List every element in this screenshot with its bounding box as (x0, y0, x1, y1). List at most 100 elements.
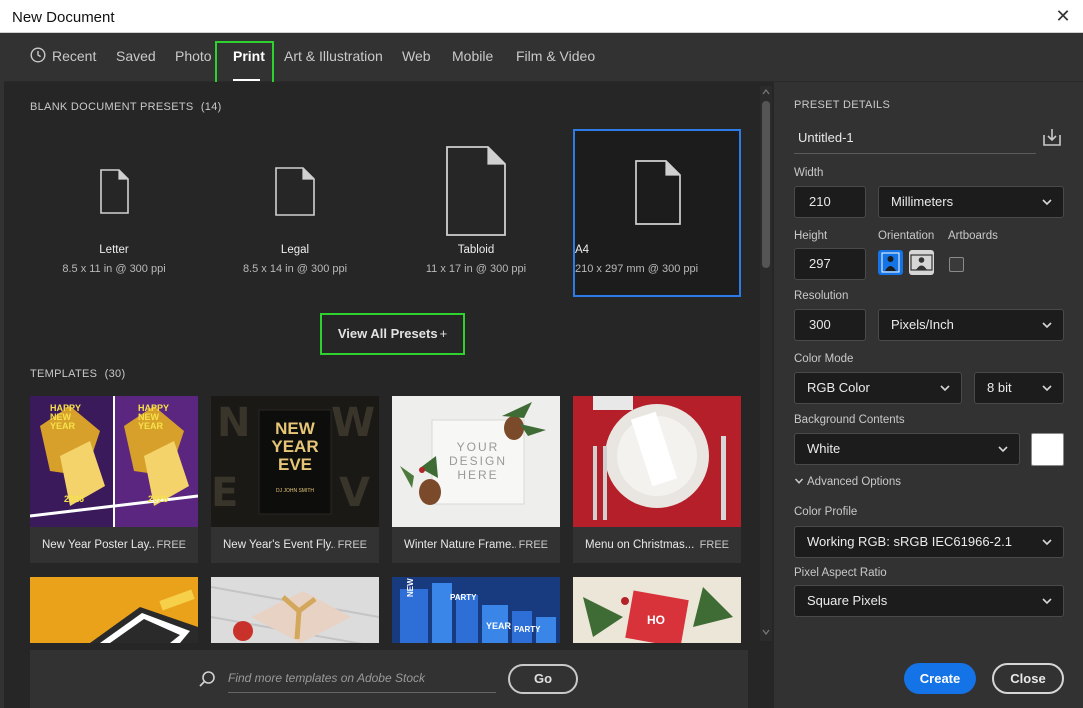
preset-details-heading: PRESET DETAILS (794, 99, 891, 111)
height-input[interactable]: 297 (794, 248, 866, 280)
background-contents-label: Background Contents (794, 414, 905, 426)
template-card[interactable] (211, 577, 379, 643)
chevron-down-icon (1042, 199, 1052, 206)
advanced-options-toggle[interactable]: Advanced Options (794, 476, 901, 488)
preset-desc: 8.5 x 14 in @ 300 ppi (242, 263, 348, 275)
template-card[interactable]: HO (573, 577, 741, 643)
event-flyer-text: NEW YEAR EVE (271, 419, 319, 474)
color-mode-dropdown[interactable]: RGB Color (794, 372, 962, 404)
document-icon (275, 167, 315, 216)
pixel-aspect-ratio-dropdown[interactable]: Square Pixels (794, 585, 1064, 617)
width-label: Width (794, 167, 824, 179)
view-all-presets-button[interactable]: View All Presets + (320, 313, 465, 355)
color-mode-label: Color Mode (794, 353, 854, 365)
new-document-dialog: New Document ✕ Recent Saved Photo Print … (0, 0, 1083, 708)
height-label: Height (794, 230, 828, 242)
color-profile-dropdown[interactable]: Working RGB: sRGB IEC61966-2.1 (794, 526, 1064, 558)
template-thumbnail-art (573, 577, 741, 643)
preset-name: A4 (575, 244, 590, 256)
template-badge: FREE (337, 539, 367, 551)
template-caption: New Year's Event Fly... (223, 539, 335, 551)
template-caption: Winter Nature Frame... (404, 539, 516, 551)
preset-name: Letter (99, 244, 129, 256)
party-text: NEW YEAR (406, 577, 415, 597)
chevron-down-icon (1042, 385, 1052, 392)
preset-tabloid[interactable]: Tabloid 11 x 17 in @ 300 ppi (392, 129, 560, 297)
create-button[interactable]: Create (904, 663, 976, 694)
party-text: YEAR (486, 621, 512, 631)
artboards-label: Artboards (948, 230, 998, 242)
template-badge: FREE (518, 539, 548, 551)
svg-text:N: N (217, 400, 250, 446)
document-name-input[interactable]: Untitled-1 (794, 126, 1036, 154)
width-input[interactable]: 210 (794, 186, 866, 218)
template-card[interactable] (30, 577, 198, 643)
portrait-orientation-button[interactable] (878, 250, 903, 275)
chevron-down-icon (998, 446, 1008, 453)
background-contents-dropdown[interactable]: White (794, 433, 1020, 465)
tab-saved[interactable]: Saved (116, 48, 156, 64)
document-icon (100, 169, 129, 214)
bit-depth-dropdown[interactable]: 8 bit (974, 372, 1064, 404)
width-unit-value: Millimeters (891, 194, 954, 209)
frame-text: YOUR DESIGN HERE (448, 440, 507, 482)
landscape-orientation-icon (910, 254, 933, 271)
tab-recent[interactable]: Recent (52, 48, 96, 64)
save-preset-icon[interactable] (1042, 127, 1062, 147)
close-button[interactable]: Close (992, 663, 1064, 694)
color-profile-value: Working RGB: sRGB IEC61966-2.1 (807, 534, 1012, 549)
blank-presets-heading: BLANK DOCUMENT PRESETS (14) (30, 101, 222, 113)
template-thumbnail: YOUR DESIGN HERE (392, 396, 560, 527)
background-color-swatch[interactable] (1031, 433, 1064, 466)
chevron-down-icon (1042, 322, 1052, 329)
tab-art-illustration[interactable]: Art & Illustration (284, 48, 383, 64)
card-text: HO (647, 613, 665, 627)
resolution-unit-value: Pixels/Inch (891, 317, 954, 332)
resolution-label: Resolution (794, 290, 849, 302)
tab-mobile[interactable]: Mobile (452, 48, 493, 64)
preset-a4[interactable]: A4 210 x 297 mm @ 300 ppi (573, 129, 741, 297)
scroll-up-icon[interactable] (762, 89, 770, 95)
party-text: PARTY (450, 593, 477, 602)
chevron-down-icon (794, 478, 804, 484)
resolution-unit-dropdown[interactable]: Pixels/Inch (878, 309, 1064, 341)
tab-web[interactable]: Web (402, 48, 431, 64)
tab-photo[interactable]: Photo (175, 48, 212, 64)
search-input[interactable]: Find more templates on Adobe Stock (228, 671, 425, 685)
template-card[interactable]: Menu on Christmas... FREE (573, 396, 741, 563)
preset-legal[interactable]: Legal 8.5 x 14 in @ 300 ppi (211, 129, 379, 297)
view-all-label: View All Presets (337, 326, 438, 341)
poster-text: HAPPY NEW YEAR (50, 403, 82, 431)
pixel-aspect-ratio-value: Square Pixels (807, 593, 888, 608)
template-card[interactable]: NEW YEAR PARTY YEAR PARTY (392, 577, 560, 643)
bit-depth-value: 8 bit (987, 380, 1012, 395)
preset-desc: 8.5 x 11 in @ 300 ppi (62, 263, 166, 275)
chevron-down-icon (940, 385, 950, 392)
scrollbar-thumb[interactable] (762, 101, 770, 268)
template-card[interactable]: HAPPY NEW YEAR HAPPY NEW YEAR 2026 2026 New … (30, 396, 198, 563)
template-caption: New Year Poster Lay... (42, 539, 154, 551)
event-flyer-subtext: DJ JOHN SMITH (275, 488, 315, 494)
party-text: PARTY (514, 625, 541, 634)
pixel-aspect-ratio-label: Pixel Aspect Ratio (794, 567, 887, 579)
chevron-down-icon (1042, 598, 1052, 605)
template-thumbnail: HAPPY NEW YEAR HAPPY NEW YEAR 2026 2026 (30, 396, 198, 527)
preset-letter[interactable]: Letter 8.5 x 11 in @ 300 ppi (30, 129, 198, 297)
go-button[interactable]: Go (508, 664, 578, 694)
resolution-input[interactable]: 300 (794, 309, 866, 341)
background-contents-value: White (807, 441, 841, 456)
scroll-down-icon[interactable] (762, 629, 770, 635)
tab-film-video[interactable]: Film & Video (516, 48, 595, 64)
print-tab-highlight (215, 41, 274, 87)
artboards-checkbox[interactable] (949, 257, 964, 272)
preset-name: Legal (280, 244, 310, 256)
template-card[interactable]: N W E V NEW YEAR EVE DJ JOHN SMITH New Yea… (211, 396, 379, 563)
chevron-down-icon (1042, 539, 1052, 546)
template-card[interactable]: YOUR DESIGN HERE Winter Nature Frame... FR… (392, 396, 560, 563)
close-icon[interactable]: ✕ (1053, 6, 1073, 26)
landscape-orientation-button[interactable] (909, 250, 934, 275)
width-unit-dropdown[interactable]: Millimeters (878, 186, 1064, 218)
template-thumbnail-art (211, 577, 379, 643)
template-badge: FREE (699, 539, 729, 551)
poster-year: 2026 (148, 494, 169, 504)
